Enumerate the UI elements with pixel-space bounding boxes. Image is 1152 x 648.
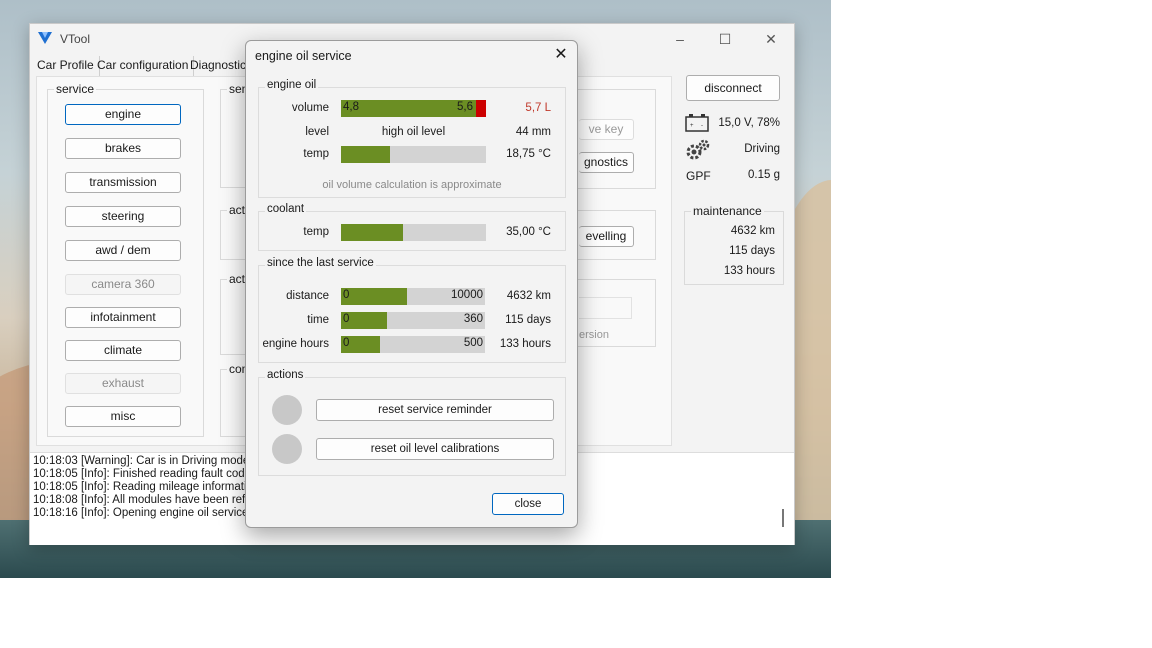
status-indicator xyxy=(272,434,302,464)
since-last-service-label: since the last service xyxy=(265,257,376,269)
volume-label: volume xyxy=(291,102,329,114)
engine-oil-group: engine oil volume 4,8 5,6 5,7 L level hi… xyxy=(258,79,566,198)
version-field xyxy=(579,297,632,319)
svg-text:+: + xyxy=(690,123,694,129)
menu-car-profile[interactable]: Car Profile xyxy=(32,56,100,76)
level-label: level xyxy=(305,126,329,138)
service-button-engine[interactable]: engine xyxy=(65,104,181,125)
service-button-awd-dem[interactable]: awd / dem xyxy=(65,240,181,261)
volume-bar-fill xyxy=(341,100,476,117)
coolant-temp-bar-fill xyxy=(341,224,404,241)
level-value: 44 mm xyxy=(515,126,551,138)
gpf-label: GPF xyxy=(686,169,711,183)
close-window-icon[interactable]: ✕ xyxy=(756,28,786,50)
since-row-value: 4632 km xyxy=(506,290,551,302)
service-button-transmission[interactable]: transmission xyxy=(65,172,181,193)
log-line: 10:18:05 [Info]: Finished reading fault … xyxy=(33,468,264,480)
levelling-button[interactable]: evelling xyxy=(579,226,634,247)
maintenance-distance: 4632 km xyxy=(730,225,775,237)
maintenance-days: 115 days xyxy=(729,245,775,257)
since-row-min: 0 xyxy=(343,313,350,325)
since-row-max: 360 xyxy=(463,313,483,325)
service-button-camera-360: camera 360 xyxy=(65,274,181,295)
since-last-service-group: since the last service distance 0 10000 463… xyxy=(258,257,566,363)
since-row-bar: 0 10000 xyxy=(341,288,485,305)
reset-oil-level-calibrations-button[interactable]: reset oil level calibrations xyxy=(316,438,554,460)
log-line: 10:18:16 [Info]: Opening engine oil serv… xyxy=(33,507,263,519)
coolant-temp-value: 35,00 °C xyxy=(506,226,551,238)
since-row-max: 10000 xyxy=(451,289,483,301)
log-line: 10:18:05 [Info]: Reading mileage informa… xyxy=(33,481,260,493)
since-row-min: 0 xyxy=(343,337,350,349)
disconnect-button[interactable]: disconnect xyxy=(686,75,780,101)
service-button-climate[interactable]: climate xyxy=(65,340,181,361)
level-text: high oil level xyxy=(381,126,446,138)
approximation-note: oil volume calculation is approximate xyxy=(322,179,502,191)
menu-car-configuration[interactable]: Car configuration xyxy=(92,56,195,76)
engine-oil-service-dialog: engine oil service ✕ engine oil volume 4… xyxy=(245,40,578,528)
oil-temp-bar-fill xyxy=(341,146,391,163)
close-icon[interactable]: ✕ xyxy=(553,45,569,65)
maintenance-label: maintenance xyxy=(691,204,764,218)
volume-min: 4,8 xyxy=(343,101,359,113)
coolant-temp-bar xyxy=(341,224,486,241)
actions-group: actions reset service reminder reset oil… xyxy=(258,369,566,476)
minimize-icon[interactable]: – xyxy=(665,28,695,50)
gpf-value: 0.15 g xyxy=(748,169,780,181)
diagnostics-button[interactable]: gnostics xyxy=(579,152,634,173)
volume-value: 5,7 L xyxy=(525,102,551,114)
volume-bar: 4,8 5,6 xyxy=(341,100,486,117)
service-button-infotainment[interactable]: infotainment xyxy=(65,307,181,328)
key-button[interactable]: ve key xyxy=(579,119,634,140)
status-indicator xyxy=(272,395,302,425)
engine-oil-label: engine oil xyxy=(265,79,319,91)
since-row-label: time xyxy=(307,314,329,326)
coolant-label: coolant xyxy=(265,203,307,215)
version-label: ersion xyxy=(579,329,609,341)
since-row-bar-fill xyxy=(341,288,408,305)
drive-mode-value: Driving xyxy=(744,143,780,155)
oil-temp-label: temp xyxy=(303,148,329,160)
since-row-value: 133 hours xyxy=(499,338,551,350)
since-row-bar: 0 500 xyxy=(341,336,485,353)
service-group-label: service xyxy=(54,82,97,96)
battery-value: 15,0 V, 78% xyxy=(718,117,780,129)
actions-label: actions xyxy=(265,369,306,381)
since-row-value: 115 days xyxy=(505,314,551,326)
since-row-label: engine hours xyxy=(262,338,330,350)
service-button-exhaust: exhaust xyxy=(65,373,181,394)
svg-text:-: - xyxy=(701,123,703,129)
maximize-icon[interactable]: ☐ xyxy=(710,28,740,50)
since-row-min: 0 xyxy=(343,289,350,301)
coolant-temp-label: temp xyxy=(303,226,329,238)
since-row-label: distance xyxy=(286,290,329,302)
service-button-steering[interactable]: steering xyxy=(65,206,181,227)
volume-max: 5,6 xyxy=(457,101,473,113)
app-logo-icon xyxy=(38,32,52,44)
maintenance-hours: 133 hours xyxy=(723,265,775,277)
since-row-bar: 0 360 xyxy=(341,312,485,329)
oil-temp-value: 18,75 °C xyxy=(506,148,551,160)
oil-temp-bar xyxy=(341,146,486,163)
log-scrollbar[interactable] xyxy=(782,509,784,527)
coolant-group: coolant temp 35,00 °C xyxy=(258,203,566,251)
service-button-misc[interactable]: misc xyxy=(65,406,181,427)
close-button[interactable]: close xyxy=(492,493,564,515)
log-line: 10:18:03 [Warning]: Car is in Driving mo… xyxy=(33,455,250,467)
service-group: service engine brakes transmission steering… xyxy=(47,82,204,437)
maintenance-group: maintenance 4632 km 115 days 133 hours xyxy=(684,204,784,285)
reset-service-reminder-button[interactable]: reset service reminder xyxy=(316,399,554,421)
log-line: 10:18:08 [Info]: All modules have been r… xyxy=(33,494,268,506)
volume-over-indicator xyxy=(475,100,486,117)
service-button-brakes[interactable]: brakes xyxy=(65,138,181,159)
since-row-max: 500 xyxy=(463,337,483,349)
app-title: VTool xyxy=(60,32,91,46)
dialog-title: engine oil service xyxy=(255,49,352,63)
